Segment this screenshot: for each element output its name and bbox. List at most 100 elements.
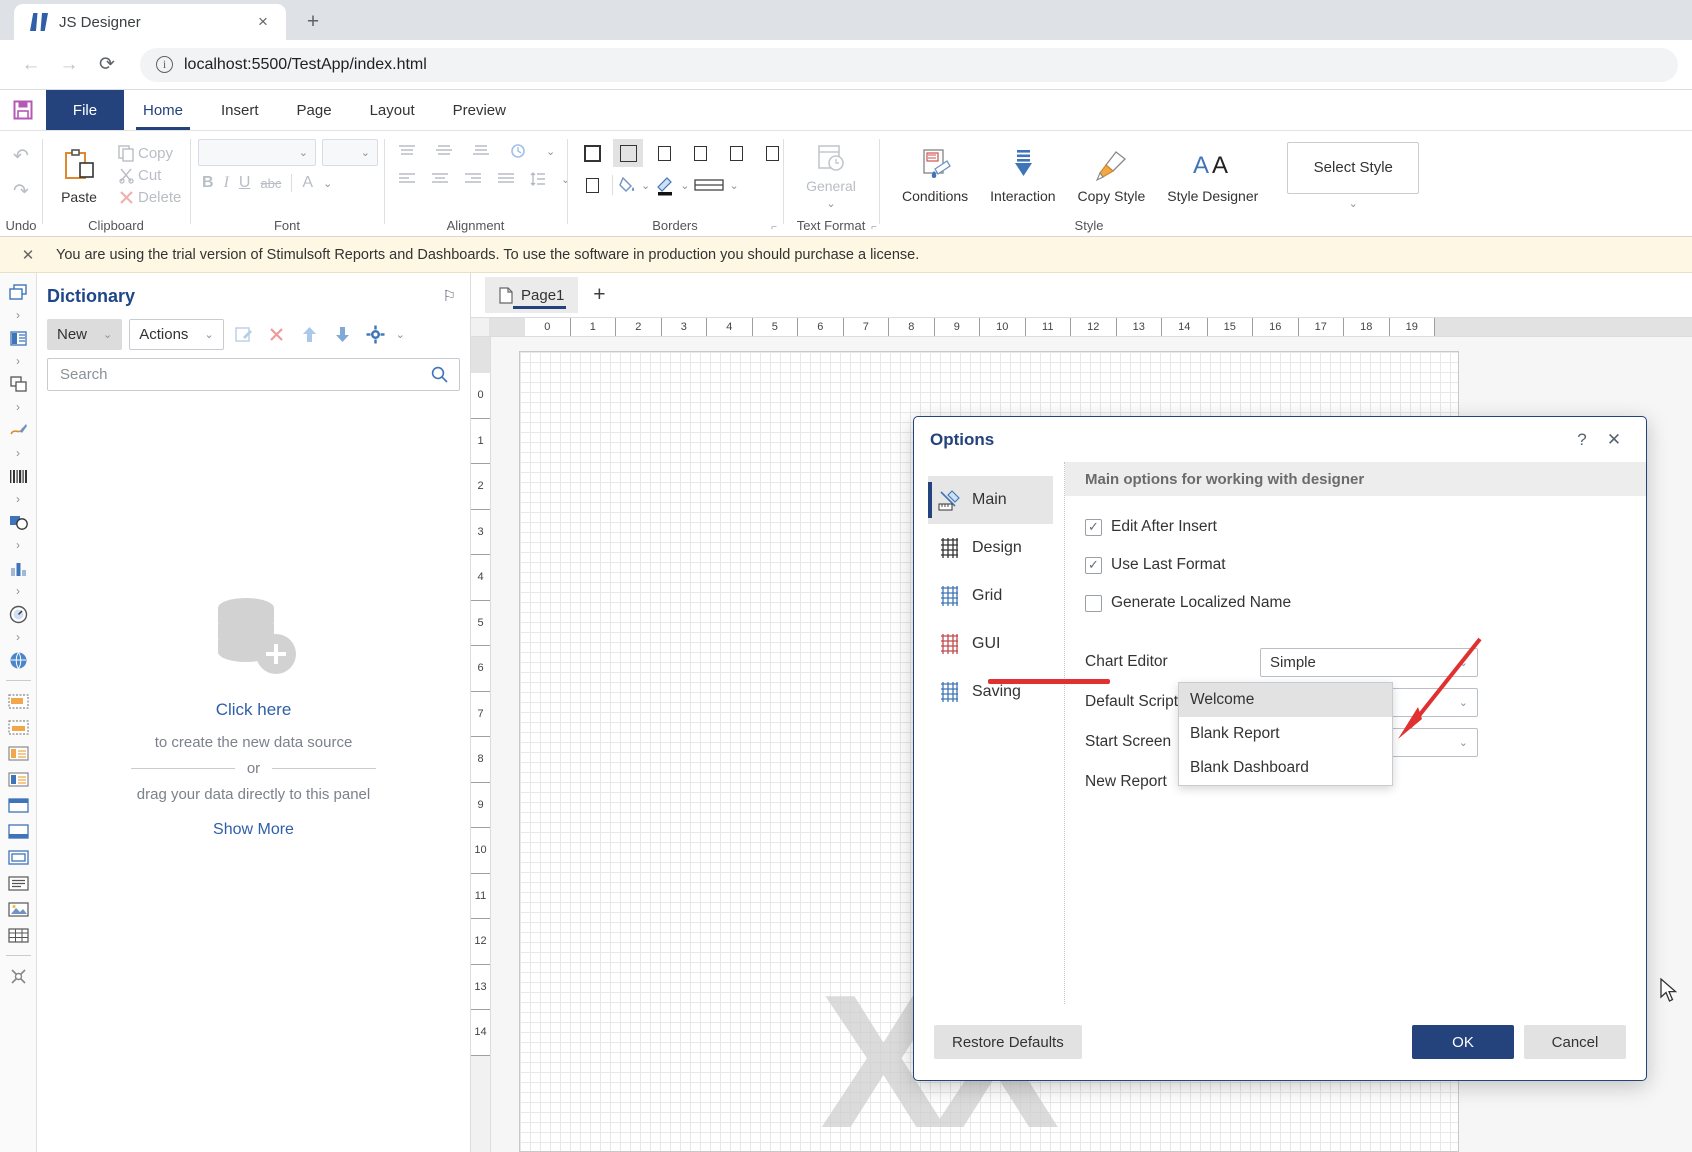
conditions-button[interactable]: Conditions [893, 144, 977, 207]
underline-button[interactable]: U [239, 174, 251, 192]
forward-icon[interactable]: → [52, 48, 86, 82]
text-format-dialog-launcher-icon[interactable]: ⌐ [871, 218, 877, 238]
font-color-chevron-down-icon[interactable]: ⌄ [323, 177, 332, 190]
tab-home[interactable]: Home [124, 90, 202, 130]
rotate-text-icon[interactable] [509, 143, 527, 159]
pin-icon[interactable]: ⚐ [443, 287, 456, 305]
chart-icon[interactable] [0, 555, 36, 581]
table-component-icon[interactable] [0, 922, 36, 948]
expand-shapes-chevron-right-icon[interactable]: › [0, 535, 36, 555]
gear-icon[interactable] [363, 322, 389, 348]
interaction-button[interactable]: Interaction [981, 144, 1064, 207]
bands-component-icon[interactable] [0, 325, 36, 351]
nav-item-main[interactable]: Main [928, 476, 1053, 524]
reload-icon[interactable]: ⟳ [90, 48, 124, 82]
borders-dialog-launcher-icon[interactable]: ⌐ [771, 218, 777, 238]
close-tab-icon[interactable]: × [252, 11, 274, 33]
border-style-chevron-down-icon[interactable]: ⌄ [729, 179, 738, 192]
text-format-button[interactable]: General ⌄ [797, 138, 865, 213]
search-input[interactable] [58, 365, 430, 384]
select-style-dropdown[interactable]: Select Style [1287, 141, 1420, 194]
expand-barcode-chevron-right-icon[interactable]: › [0, 489, 36, 509]
new-button[interactable]: New ⌄ [47, 319, 123, 350]
nav-item-gui[interactable]: GUI [928, 620, 1053, 668]
new-tab-button[interactable]: + [298, 7, 328, 37]
shapes-icon[interactable] [0, 509, 36, 535]
tab-layout[interactable]: Layout [351, 90, 434, 130]
align-justify-icon[interactable] [497, 172, 515, 186]
dropdown-option-blank-report[interactable]: Blank Report [1179, 717, 1392, 751]
close-icon[interactable]: ✕ [1598, 425, 1630, 455]
border-color-chevron-down-icon[interactable]: ⌄ [680, 179, 689, 192]
tab-file[interactable]: File [46, 90, 124, 130]
save-icon[interactable] [0, 90, 46, 130]
fill-color-icon[interactable] [618, 175, 636, 195]
back-icon[interactable]: ← [14, 48, 48, 82]
border-box-button[interactable] [577, 171, 607, 199]
child-band-icon[interactable] [0, 844, 36, 870]
browser-tab[interactable]: JS Designer × [14, 4, 286, 40]
help-icon[interactable]: ? [1566, 425, 1598, 455]
text-component-icon[interactable] [0, 870, 36, 896]
border-right-button[interactable] [685, 139, 715, 167]
border-all-button[interactable] [577, 139, 607, 167]
copy-style-button[interactable]: Copy Style [1069, 144, 1155, 207]
delete-button[interactable]: Delete [118, 189, 181, 206]
page-header-band-icon[interactable] [0, 714, 36, 740]
map-globe-icon[interactable] [0, 647, 36, 673]
line-spacing-icon[interactable] [530, 171, 546, 187]
start-screen-dropdown-list[interactable]: Welcome Blank Report Blank Dashboard [1178, 682, 1393, 786]
border-color-icon[interactable] [655, 174, 675, 196]
expand-pages-chevron-right-icon[interactable]: › [0, 305, 36, 325]
cross-bands-icon[interactable] [0, 371, 36, 397]
expand-cross-bands-chevron-right-icon[interactable]: › [0, 397, 36, 417]
align-bottom-icon[interactable] [472, 144, 490, 158]
border-style-icon[interactable] [694, 177, 725, 193]
text-format-chevron-down-icon[interactable]: ⌄ [826, 197, 835, 210]
rotate-chevron-down-icon[interactable]: ⌄ [546, 145, 555, 158]
tab-page[interactable]: Page [278, 90, 351, 130]
checkbox-row-use-last-format[interactable]: ✓ Use Last Format [1065, 548, 1646, 582]
expand-signature-chevron-right-icon[interactable]: › [0, 443, 36, 463]
nav-item-saving[interactable]: Saving [928, 668, 1053, 716]
show-more-link[interactable]: Show More [213, 821, 294, 839]
style-designer-button[interactable]: A A Style Designer [1158, 144, 1267, 207]
expand-chart-chevron-right-icon[interactable]: › [0, 581, 36, 601]
actions-button[interactable]: Actions ⌄ [129, 319, 224, 350]
expand-bands-chevron-right-icon[interactable]: › [0, 351, 36, 371]
align-right-icon[interactable] [464, 172, 482, 186]
checkbox-row-edit-after-insert[interactable]: ✓ Edit After Insert [1065, 510, 1646, 544]
font-family-select[interactable]: ⌄ [198, 139, 316, 166]
hierarchical-band-icon[interactable] [0, 766, 36, 792]
image-component-icon[interactable] [0, 896, 36, 922]
actions-chevron-down-icon[interactable]: ⌄ [204, 328, 213, 341]
page-component-icon[interactable] [0, 279, 36, 305]
move-up-icon[interactable] [297, 322, 323, 348]
site-info-icon[interactable]: i [156, 56, 173, 73]
edit-icon[interactable] [231, 322, 257, 348]
tab-preview[interactable]: Preview [434, 90, 525, 130]
ok-button[interactable]: OK [1412, 1025, 1514, 1059]
dropdown-option-blank-dashboard[interactable]: Blank Dashboard [1179, 751, 1392, 785]
align-left-icon[interactable] [398, 172, 416, 186]
nav-item-grid[interactable]: Grid [928, 572, 1053, 620]
barcode-icon[interactable] [0, 463, 36, 489]
italic-button[interactable]: I [224, 174, 229, 192]
redo-button[interactable]: ↷ [8, 178, 34, 205]
group-header-band-icon[interactable] [0, 792, 36, 818]
align-center-icon[interactable] [431, 172, 449, 186]
border-left-button[interactable] [649, 139, 679, 167]
remove-icon[interactable] [264, 322, 290, 348]
copy-button[interactable]: Copy [118, 145, 181, 162]
border-none-button[interactable] [613, 139, 643, 167]
border-top-button[interactable] [721, 139, 751, 167]
font-size-select[interactable]: ⌄ [322, 139, 378, 166]
checkbox-icon[interactable]: ✓ [1085, 518, 1102, 536]
checkbox-icon[interactable] [1085, 594, 1102, 612]
address-bar[interactable]: i localhost:5500/TestApp/index.html [140, 47, 1678, 82]
dropdown-option-welcome[interactable]: Welcome [1179, 683, 1392, 717]
search-box[interactable] [47, 358, 460, 391]
data-band-icon[interactable] [0, 740, 36, 766]
cancel-button[interactable]: Cancel [1524, 1025, 1626, 1059]
checkbox-row-generate-localized-name[interactable]: Generate Localized Name [1065, 586, 1646, 620]
